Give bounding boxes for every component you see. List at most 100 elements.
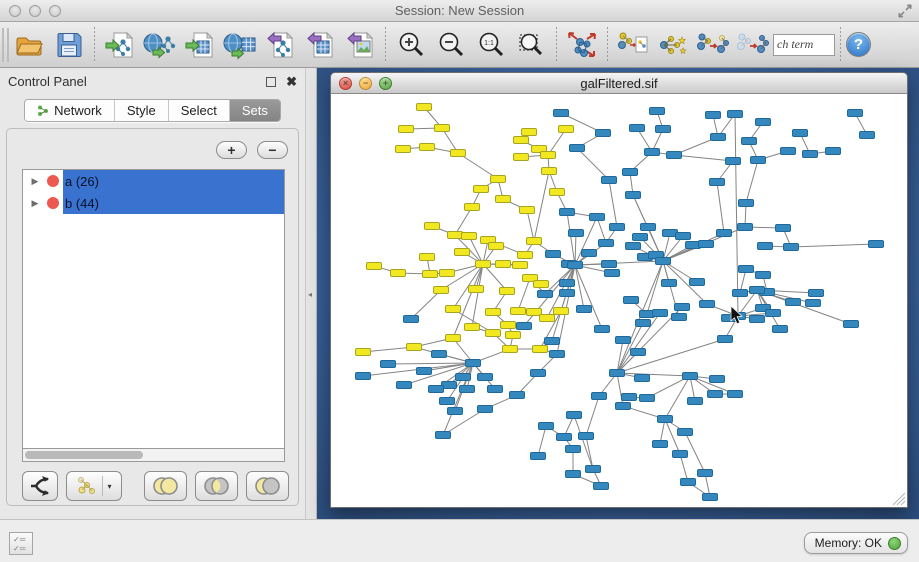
network-node-yellow[interactable] <box>513 262 528 269</box>
network-node-yellow[interactable] <box>446 306 461 313</box>
network-node-yellow[interactable] <box>425 223 440 230</box>
network-node-blue[interactable] <box>610 370 625 377</box>
remove-set-button[interactable]: − <box>257 141 288 159</box>
network-node-blue[interactable] <box>631 349 646 356</box>
import-table-web-button[interactable] <box>220 25 260 65</box>
network-edge[interactable] <box>735 114 738 316</box>
network-edge[interactable] <box>577 148 609 180</box>
set-row-b[interactable]: ▶ b (44) <box>23 192 284 214</box>
network-node-yellow[interactable] <box>417 104 432 111</box>
network-node-blue[interactable] <box>703 494 718 501</box>
network-node-blue[interactable] <box>594 483 609 490</box>
network-node-yellow[interactable] <box>448 232 463 239</box>
export-image-button[interactable] <box>340 25 380 65</box>
network-frame[interactable]: × − + galFiltered.sif <box>330 72 908 508</box>
network-node-blue[interactable] <box>590 214 605 221</box>
tab-style[interactable]: Style <box>115 100 169 121</box>
network-node-blue[interactable] <box>566 471 581 478</box>
open-session-button[interactable] <box>9 25 49 65</box>
network-node-blue[interactable] <box>673 451 688 458</box>
network-node-yellow[interactable] <box>420 144 435 151</box>
network-node-yellow[interactable] <box>446 335 461 342</box>
network-edge[interactable] <box>483 264 507 291</box>
network-node-blue[interactable] <box>622 394 637 401</box>
network-node-yellow[interactable] <box>391 270 406 277</box>
network-node-blue[interactable] <box>616 337 631 344</box>
expand-caret-icon[interactable]: ▶ <box>23 198 47 209</box>
zoom-out-button[interactable] <box>431 25 471 65</box>
network-node-yellow[interactable] <box>486 330 501 337</box>
network-node-yellow[interactable] <box>420 254 435 261</box>
network-node-blue[interactable] <box>466 360 481 367</box>
float-panel-icon[interactable] <box>266 77 276 87</box>
network-node-blue[interactable] <box>675 304 690 311</box>
network-node-yellow[interactable] <box>506 332 521 339</box>
network-node-blue[interactable] <box>605 270 620 277</box>
network-node-blue[interactable] <box>404 316 419 323</box>
network-node-yellow[interactable] <box>514 154 529 161</box>
network-node-yellow[interactable] <box>514 137 529 144</box>
network-node-yellow[interactable] <box>540 315 555 322</box>
split-set-button[interactable] <box>22 471 58 501</box>
set-intersection-button[interactable] <box>195 471 238 501</box>
network-view[interactable] <box>330 94 908 508</box>
network-node-yellow[interactable] <box>486 309 501 316</box>
network-node-blue[interactable] <box>756 119 771 126</box>
network-node-blue[interactable] <box>592 393 607 400</box>
network-edge[interactable] <box>746 160 758 203</box>
network-node-yellow[interactable] <box>476 261 491 268</box>
network-node-blue[interactable] <box>635 375 650 382</box>
zoom-in-button[interactable] <box>391 25 431 65</box>
network-node-blue[interactable] <box>645 149 660 156</box>
network-node-blue[interactable] <box>738 224 753 231</box>
network-edge[interactable] <box>575 265 584 309</box>
network-node-blue[interactable] <box>656 258 671 265</box>
network-node-blue[interactable] <box>708 391 723 398</box>
network-node-blue[interactable] <box>560 209 575 216</box>
network-edge[interactable] <box>717 182 724 233</box>
network-node-blue[interactable] <box>531 370 546 377</box>
network-node-blue[interactable] <box>758 243 773 250</box>
network-node-blue[interactable] <box>710 179 725 186</box>
network-node-yellow[interactable] <box>527 238 542 245</box>
network-node-blue[interactable] <box>706 112 721 119</box>
network-node-blue[interactable] <box>641 224 656 231</box>
resize-grip-icon[interactable] <box>892 492 906 506</box>
network-node-blue[interactable] <box>848 110 863 117</box>
network-canvas[interactable] <box>331 94 907 506</box>
network-node-blue[interactable] <box>653 441 668 448</box>
network-node-yellow[interactable] <box>542 168 557 175</box>
network-node-blue[interactable] <box>809 290 824 297</box>
network-node-blue[interactable] <box>756 272 771 279</box>
network-node-blue[interactable] <box>662 280 677 287</box>
network-node-blue[interactable] <box>733 290 748 297</box>
network-node-blue[interactable] <box>672 314 687 321</box>
network-edge[interactable] <box>617 373 623 406</box>
dropdown-arrow-icon[interactable]: ▾ <box>107 482 111 491</box>
network-node-blue[interactable] <box>626 243 641 250</box>
network-node-blue[interactable] <box>640 395 655 402</box>
network-node-blue[interactable] <box>718 336 733 343</box>
network-node-blue[interactable] <box>510 392 525 399</box>
network-node-blue[interactable] <box>776 225 791 232</box>
network-node-blue[interactable] <box>570 145 585 152</box>
network-node-blue[interactable] <box>683 373 698 380</box>
network-node-blue[interactable] <box>599 240 614 247</box>
show-all-button[interactable] <box>733 25 773 65</box>
network-node-yellow[interactable] <box>440 270 455 277</box>
network-node-blue[interactable] <box>844 321 859 328</box>
network-node-blue[interactable] <box>711 134 726 141</box>
network-edge[interactable] <box>575 261 663 265</box>
create-set-from-network-button[interactable]: ▾ <box>66 471 122 501</box>
network-node-blue[interactable] <box>739 266 754 273</box>
network-node-yellow[interactable] <box>501 322 516 329</box>
network-node-yellow[interactable] <box>533 346 548 353</box>
network-node-yellow[interactable] <box>527 309 542 316</box>
network-node-yellow[interactable] <box>462 233 477 240</box>
expand-caret-icon[interactable]: ▶ <box>23 176 47 187</box>
network-node-yellow[interactable] <box>474 186 489 193</box>
network-node-yellow[interactable] <box>396 146 411 153</box>
network-node-yellow[interactable] <box>399 126 414 133</box>
network-node-blue[interactable] <box>545 338 560 345</box>
network-edge[interactable] <box>411 290 441 319</box>
